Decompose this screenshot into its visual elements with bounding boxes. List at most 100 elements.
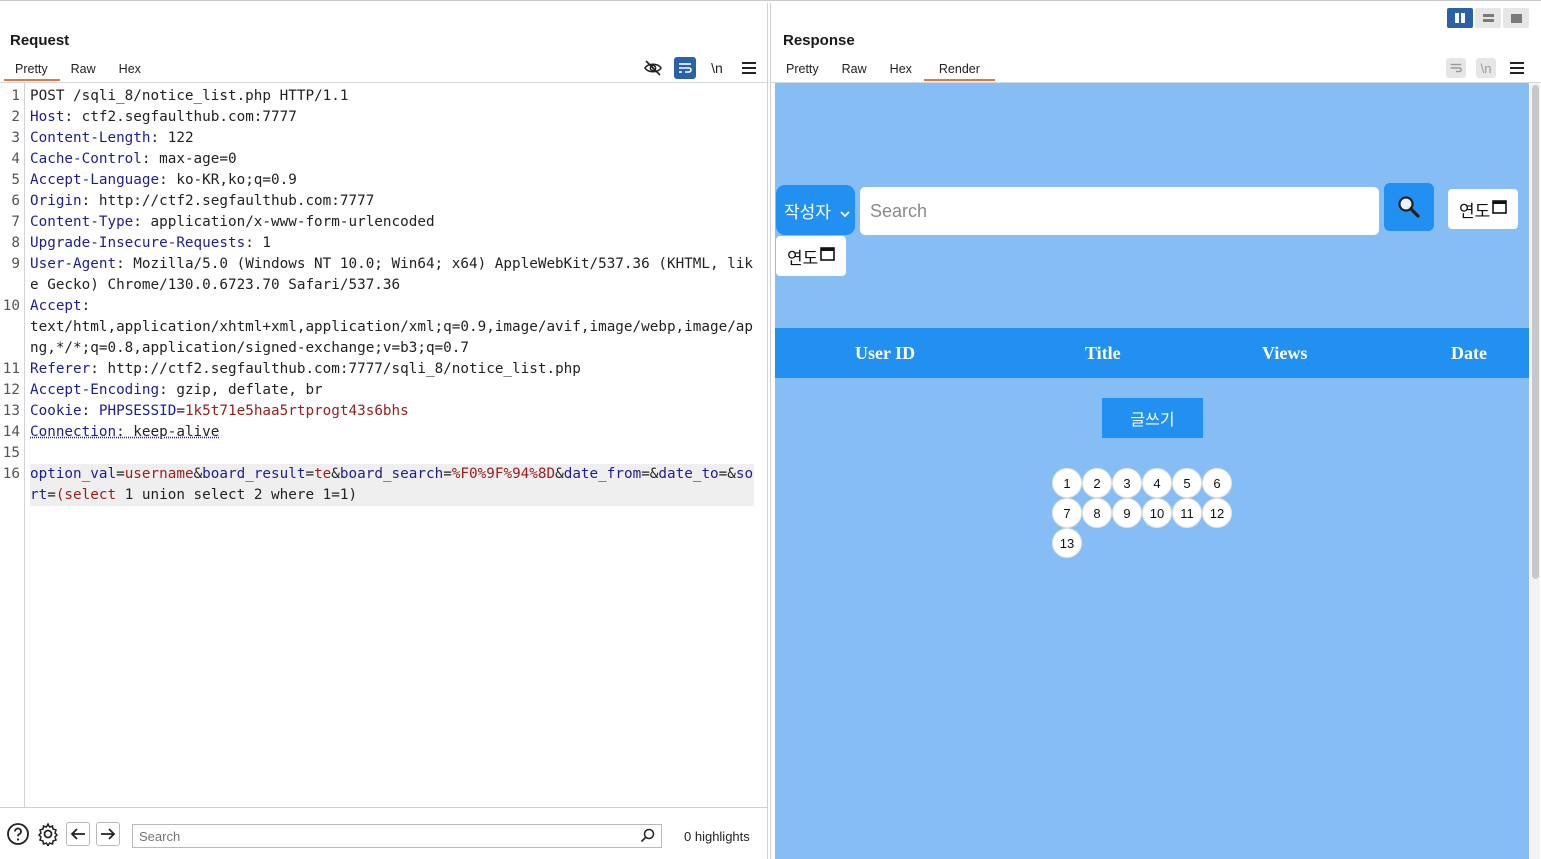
board-search-input[interactable]: [860, 187, 1379, 235]
response-toolbar: \n: [1446, 57, 1528, 79]
tab-hex[interactable]: Hex: [879, 59, 924, 81]
calendar-icon[interactable]: [1492, 199, 1508, 219]
page-link[interactable]: 3: [1112, 468, 1142, 498]
page-link[interactable]: 8: [1082, 498, 1112, 528]
request-title: Request: [10, 32, 70, 49]
page-link[interactable]: 10: [1142, 498, 1172, 528]
code-line[interactable]: 7 Content-Type: application/x-www-form-ur…: [0, 212, 760, 233]
request-search-input[interactable]: [133, 825, 623, 847]
line-text: Content-Type: application/x-www-form-url…: [30, 212, 754, 233]
search-field-select[interactable]: 작성자: [776, 185, 855, 235]
column-user-id: User ID: [855, 343, 916, 363]
code-line[interactable]: 3 Content-Length: 122: [0, 128, 760, 149]
hide-eye-icon[interactable]: [642, 57, 664, 79]
header-key: Host: [30, 109, 65, 125]
line-number: 10: [2, 298, 20, 314]
date-from-input[interactable]: 연도: [1448, 189, 1518, 229]
line-text: Origin: http://ctf2.segfaulthub.com:7777: [30, 191, 754, 212]
code-line[interactable]: 6 Origin: http://ctf2.segfaulthub.com:777…: [0, 191, 760, 212]
request-editor[interactable]: 1 POST /sqli_8/notice_list.php HTTP/1.1 2 H…: [0, 83, 768, 807]
board-search-button[interactable]: [1384, 183, 1434, 231]
page-link[interactable]: 4: [1142, 468, 1172, 498]
column-title: Title: [1085, 343, 1121, 363]
newline-toggle[interactable]: \n: [706, 57, 728, 79]
code-text: : application/x-www-form-urlencoded: [133, 214, 435, 230]
page-link[interactable]: 11: [1172, 498, 1202, 528]
header-key: Connection: [30, 424, 117, 440]
line-text: User-Agent: Mozilla/5.0 (Windows NT 10.0…: [30, 254, 754, 296]
code-line[interactable]: 11 Referer: http://ctf2.segfaulthub.com:7…: [0, 359, 760, 380]
scrollbar-thumb[interactable]: [1532, 85, 1539, 579]
code-line[interactable]: 5 Accept-Language: ko-KR,ko;q=0.9: [0, 170, 760, 191]
code-text: : 1: [245, 235, 272, 251]
next-arrow-icon[interactable]: [96, 822, 120, 846]
page-link[interactable]: 5: [1172, 468, 1202, 498]
code-text: : Mozilla/5.0 (Windows NT 10.0; Win64; x…: [30, 256, 754, 293]
line-text: Content-Length: 122: [30, 128, 754, 149]
select-label: 작성자: [784, 202, 831, 222]
write-post-button[interactable]: 글쓰기: [1102, 398, 1203, 438]
tab-raw[interactable]: Raw: [60, 59, 108, 81]
header-key: board_search: [339, 466, 444, 482]
line-text: option_val=username&board_result=te&boar…: [30, 464, 754, 506]
menu-icon[interactable]: [738, 57, 760, 79]
page-link[interactable]: 7: [1052, 498, 1082, 528]
header-key: Content-Type: [30, 214, 134, 230]
calendar-icon[interactable]: [820, 246, 836, 266]
code-line[interactable]: 14 Connection: keep-alive: [0, 422, 760, 443]
header-key: Content-Length: [30, 130, 151, 146]
line-text: Accept-Encoding: gzip, deflate, br: [30, 380, 754, 401]
code-line[interactable]: 12 Accept-Encoding: gzip, deflate, br: [0, 380, 760, 401]
param-value: te: [314, 466, 332, 482]
line-text: Accept: text/html,application/xhtml+xml,…: [30, 296, 754, 359]
request-tabs: Pretty Raw Hex: [4, 59, 153, 81]
code-line[interactable]: 13 Cookie: PHPSESSID=1k5t71e5haa5rtprogt4…: [0, 401, 760, 422]
previous-arrow-icon[interactable]: [66, 822, 90, 846]
column-date: Date: [1451, 343, 1487, 363]
line-text: Connection: keep-alive: [30, 422, 754, 443]
request-code[interactable]: 1 POST /sqli_8/notice_list.php HTTP/1.1 2 H…: [0, 86, 760, 506]
tab-hex[interactable]: Hex: [108, 59, 153, 81]
page-link[interactable]: 2: [1082, 468, 1112, 498]
line-number: 12: [2, 382, 20, 398]
code-line[interactable]: 8 Upgrade-Insecure-Requests: 1: [0, 233, 760, 254]
code-line[interactable]: 4 Cache-Control: max-age=0: [0, 149, 760, 170]
response-tabs: Pretty Raw Hex Render: [775, 59, 995, 81]
code-text: : text/html,application/xhtml+xml,applic…: [30, 298, 754, 356]
code-line[interactable]: 1 POST /sqli_8/notice_list.php HTTP/1.1: [0, 86, 760, 107]
menu-icon[interactable]: [1506, 57, 1528, 79]
settings-gear-icon[interactable]: [36, 822, 60, 846]
tab-pretty[interactable]: Pretty: [775, 59, 831, 81]
code-line[interactable]: 16 option_val=username&board_result=te&bo…: [0, 464, 760, 506]
wrap-lines-icon[interactable]: [674, 57, 696, 79]
header-key: Accept-Encoding: [30, 382, 160, 398]
code-line[interactable]: 9 User-Agent: Mozilla/5.0 (Windows NT 10.…: [0, 254, 760, 296]
line-text: Cookie: PHPSESSID=1k5t71e5haa5rtprogt43s…: [30, 401, 754, 422]
line-text: Upgrade-Insecure-Requests: 1: [30, 233, 754, 254]
code-line[interactable]: 10 Accept: text/html,application/xhtml+xm…: [0, 296, 760, 359]
code-text: =: [176, 403, 185, 419]
help-icon[interactable]: [6, 822, 30, 846]
code-line[interactable]: 2 Host: ctf2.segfaulthub.com:7777: [0, 107, 760, 128]
code-text: : http://ctf2.segfaulthub.com:7777/sqli_…: [90, 361, 581, 377]
tab-pretty[interactable]: Pretty: [4, 59, 60, 81]
tab-render[interactable]: Render: [923, 59, 995, 81]
header-key: date_to: [658, 466, 719, 482]
date-label: 연도: [1459, 201, 1491, 222]
line-text: Accept-Language: ko-KR,ko;q=0.9: [30, 170, 754, 191]
line-number: 5: [11, 172, 20, 188]
page-link[interactable]: 9: [1112, 498, 1142, 528]
wrap-lines-icon[interactable]: [1446, 58, 1466, 78]
page-link[interactable]: 12: [1202, 498, 1232, 528]
code-line[interactable]: 15: [0, 443, 760, 464]
newline-toggle[interactable]: \n: [1476, 58, 1496, 78]
page-link[interactable]: 13: [1052, 528, 1082, 558]
code-text: 1 union select 2 where 1=1): [116, 487, 358, 503]
date-to-input[interactable]: 연도: [776, 236, 846, 276]
page-link[interactable]: 6: [1202, 468, 1232, 498]
code-text: =: [47, 487, 56, 503]
render-scrollbar[interactable]: [1530, 83, 1540, 859]
line-number: 3: [11, 130, 20, 146]
page-link[interactable]: 1: [1052, 468, 1082, 498]
tab-raw[interactable]: Raw: [831, 59, 879, 81]
